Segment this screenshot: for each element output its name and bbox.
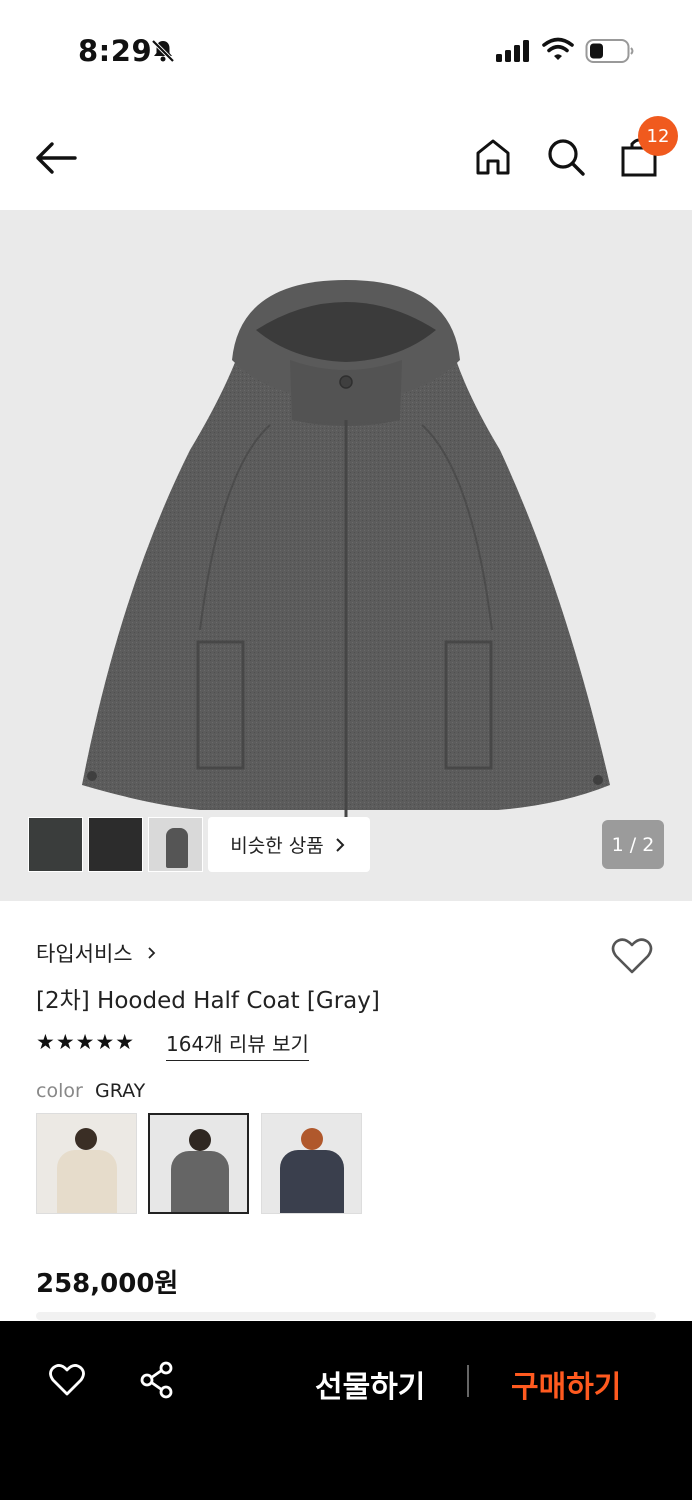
home-icon[interactable]: [474, 137, 512, 177]
back-arrow-icon[interactable]: [34, 138, 78, 178]
product-price: 258,000원: [36, 1269, 179, 1299]
heart-icon[interactable]: [48, 1362, 86, 1398]
gift-button[interactable]: 선물하기: [315, 1362, 425, 1406]
color-value: GRAY: [95, 1080, 146, 1102]
status-time: 8:29: [78, 34, 153, 68]
chevron-right-icon: [148, 947, 156, 959]
similar-products-label: 비슷한 상품: [230, 835, 324, 857]
brand-name: 타입서비스: [36, 942, 133, 966]
bell-muted-icon: [151, 39, 175, 63]
brand-link[interactable]: 타입서비스: [36, 938, 159, 968]
section-divider: [36, 1312, 656, 1320]
product-title: [2차] Hooded Half Coat [Gray]: [36, 988, 380, 1014]
bottom-action-bar: [0, 1321, 692, 1500]
rating-stars: ★★★★★: [36, 1030, 136, 1054]
color-swatch-gray[interactable]: [148, 1113, 249, 1214]
buy-button[interactable]: 구매하기: [511, 1362, 621, 1406]
color-label: color: [36, 1080, 83, 1102]
signal-icon: [496, 40, 529, 62]
review-link[interactable]: 164개 리뷰 보기: [166, 1028, 309, 1061]
search-icon[interactable]: [546, 137, 586, 177]
thumbnail-1[interactable]: [28, 817, 83, 872]
cart-count-badge: 12: [638, 116, 678, 156]
heart-icon[interactable]: [610, 936, 654, 976]
button-divider: [467, 1365, 469, 1397]
wifi-icon: [542, 37, 574, 60]
similar-products-button[interactable]: 비슷한 상품: [208, 817, 370, 872]
share-icon[interactable]: [138, 1360, 176, 1400]
thumbnail-2[interactable]: [88, 817, 143, 872]
chevron-right-icon: [336, 837, 345, 852]
product-image[interactable]: [0, 210, 692, 901]
color-swatch-navy[interactable]: [261, 1113, 362, 1214]
color-swatch-cream[interactable]: [36, 1113, 137, 1214]
battery-icon: [585, 39, 634, 63]
coat-illustration: [82, 280, 610, 820]
thumbnail-3[interactable]: [148, 817, 203, 872]
image-pager: 1 / 2: [602, 820, 664, 869]
